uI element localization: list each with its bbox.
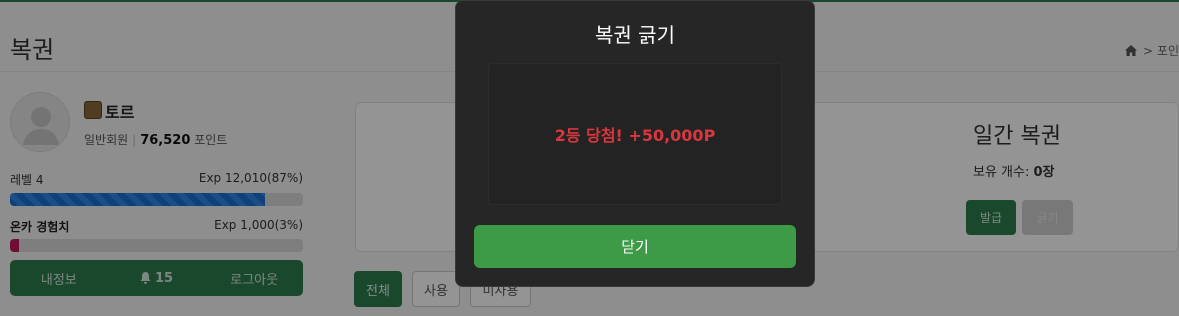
result-text: 2등 당첨! +50,000P — [554, 126, 716, 145]
close-button[interactable]: 닫기 — [474, 225, 796, 268]
modal-title: 복권 긁기 — [595, 23, 675, 47]
scratch-modal: 복권 긁기 2등 당첨! +50,000P 닫기 — [455, 0, 815, 287]
result-box: 2등 당첨! +50,000P — [488, 63, 782, 205]
